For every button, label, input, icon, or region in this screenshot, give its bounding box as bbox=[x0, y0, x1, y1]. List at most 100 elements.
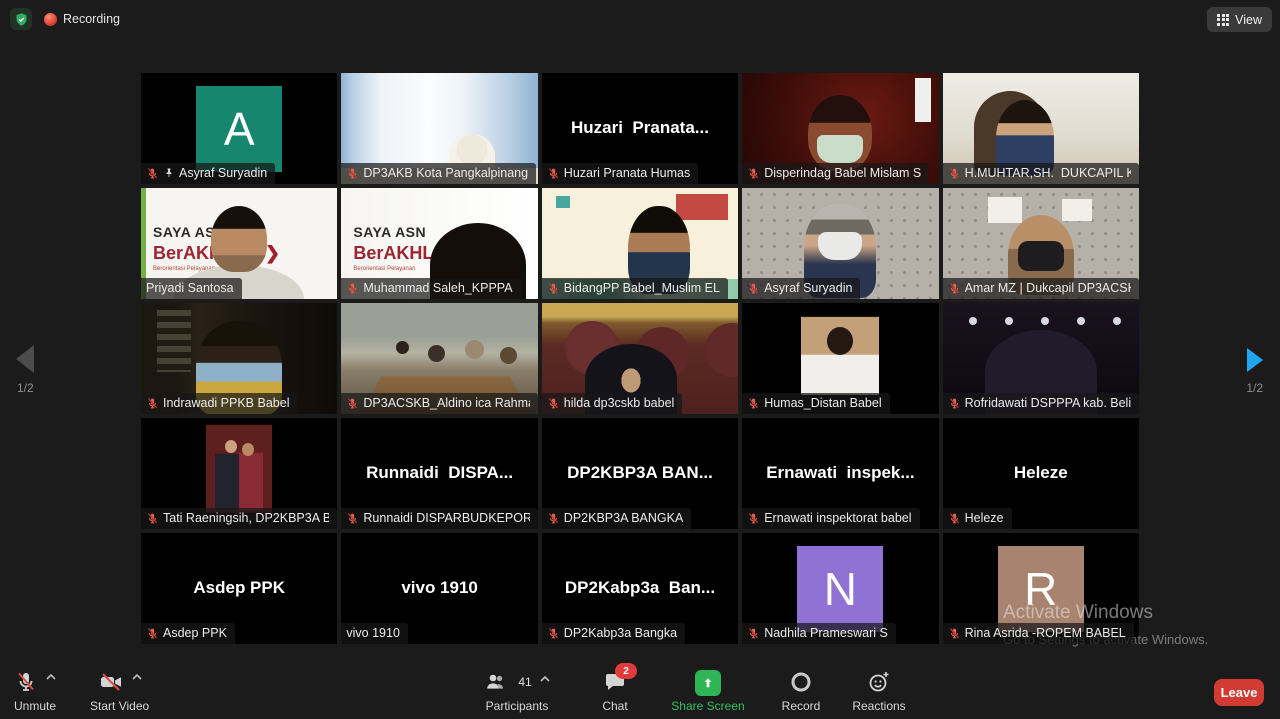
participant-name: Disperindag Babel Mislam S bbox=[764, 166, 921, 180]
participant-tile[interactable]: Disperindag Babel Mislam S bbox=[742, 73, 938, 184]
participant-tile[interactable]: SAYA ASNBerAKHLAK❯Berorientasi Pelayanan… bbox=[141, 188, 337, 299]
unmute-button[interactable]: Unmute bbox=[14, 670, 56, 713]
participant-name: Asyraf Suryadin bbox=[764, 281, 852, 295]
participant-name: DP2Kabp3a Bangka bbox=[564, 626, 677, 640]
participant-tile[interactable]: DP3AKB Kota Pangkalpinang bbox=[341, 73, 537, 184]
next-page-arrow[interactable] bbox=[1247, 348, 1263, 372]
muted-mic-icon bbox=[346, 512, 359, 525]
participants-options-chevron-icon[interactable] bbox=[540, 675, 550, 683]
participant-name: Nadhila Prameswari S bbox=[764, 626, 888, 640]
view-button[interactable]: View bbox=[1207, 7, 1272, 32]
participant-name: Ernawati inspektorat babel bbox=[764, 511, 911, 525]
start-video-button[interactable]: Start Video bbox=[90, 670, 149, 713]
participant-tile[interactable]: Huzari Pranata...Huzari Pranata Humas bbox=[542, 73, 738, 184]
unmute-label: Unmute bbox=[14, 699, 56, 713]
participant-name: H.MUHTAR,SH. DUKCAPIL KA... bbox=[965, 166, 1131, 180]
name-tag: Runnaidi DISPARBUDKEPORA bbox=[341, 508, 537, 529]
participant-tile[interactable]: Humas_Distan Babel bbox=[742, 303, 938, 414]
participant-tile[interactable]: AAsyraf Suryadin bbox=[141, 73, 337, 184]
participant-tile[interactable]: RRina Asrida -ROPEM BABEL bbox=[943, 533, 1139, 644]
participant-tile[interactable]: Heleze Heleze bbox=[943, 418, 1139, 529]
bg-text-line2: BerAKHLAK bbox=[353, 243, 459, 263]
muted-mic-icon bbox=[747, 167, 760, 180]
toolbar-center-group: 41 Participants 2 Chat bbox=[462, 670, 914, 713]
participant-name: Priyadi Santosa bbox=[146, 281, 234, 295]
name-tag: H.MUHTAR,SH. DUKCAPIL KA... bbox=[943, 163, 1139, 184]
name-tag: Amar MZ | Dukcapil DP3ACSKB bbox=[943, 278, 1139, 299]
participant-name: Rofridawati DSPPPA kab. Belit... bbox=[965, 396, 1131, 410]
participant-tile[interactable]: DP2KBP3A BAN...DP2KBP3A BANGKA bbox=[542, 418, 738, 529]
participant-name: Humas_Distan Babel bbox=[764, 396, 881, 410]
muted-mic-icon bbox=[146, 397, 159, 410]
view-button-label: View bbox=[1235, 13, 1262, 27]
previous-page-arrow[interactable] bbox=[16, 345, 34, 373]
participant-tile[interactable]: DP3ACSKB_Aldino ica Rahma... bbox=[341, 303, 537, 414]
participant-name: Amar MZ | Dukcapil DP3ACSKB bbox=[965, 281, 1131, 295]
shield-check-icon bbox=[14, 12, 29, 27]
muted-mic-icon bbox=[948, 282, 961, 295]
name-tag: Ernawati inspektorat babel bbox=[742, 508, 919, 529]
record-button[interactable]: Record bbox=[766, 670, 836, 713]
participant-tile[interactable]: Ernawati inspek...Ernawati inspektorat b… bbox=[742, 418, 938, 529]
bg-chevron-icon: ❯ bbox=[465, 243, 480, 263]
participant-tile[interactable]: Runnaidi DISPA...Runnaidi DISPARBUDKEPOR… bbox=[341, 418, 537, 529]
participant-name: Asyraf Suryadin bbox=[179, 166, 267, 180]
participant-tile[interactable]: vivo 1910 vivo 1910 bbox=[341, 533, 537, 644]
name-tag: vivo 1910 bbox=[341, 623, 408, 644]
participant-tile[interactable]: hilda dp3cskb babel bbox=[542, 303, 738, 414]
muted-mic-icon bbox=[948, 397, 961, 410]
muted-mic-icon bbox=[14, 670, 38, 694]
unmute-options-chevron-icon[interactable] bbox=[46, 673, 56, 681]
video-options-chevron-icon[interactable] bbox=[132, 673, 142, 681]
participant-name-center: Heleze bbox=[943, 463, 1139, 483]
name-tag: Asyraf Suryadin bbox=[141, 163, 275, 184]
muted-mic-icon bbox=[747, 512, 760, 525]
participant-tile[interactable]: NNadhila Prameswari S bbox=[742, 533, 938, 644]
share-screen-label: Share Screen bbox=[671, 699, 744, 713]
name-tag: Asdep PPK bbox=[141, 623, 235, 644]
share-screen-button[interactable]: Share Screen bbox=[658, 670, 758, 713]
participant-name: Tati Raeningsih, DP2KBP3A BA... bbox=[163, 511, 329, 525]
chat-button[interactable]: 2 Chat bbox=[580, 670, 650, 713]
pin-icon bbox=[163, 167, 175, 179]
participants-button[interactable]: 41 Participants bbox=[462, 670, 572, 713]
name-tag: Heleze bbox=[943, 508, 1012, 529]
avatar: R bbox=[998, 546, 1084, 632]
participant-name: Heleze bbox=[965, 511, 1004, 525]
participant-name: Asdep PPK bbox=[163, 626, 227, 640]
participant-name: Muhammad Saleh_KPPPA bbox=[363, 281, 512, 295]
video-grid: AAsyraf SuryadinDP3AKB Kota Pangkalpinan… bbox=[141, 73, 1139, 644]
participant-name-center: vivo 1910 bbox=[341, 578, 537, 598]
muted-mic-icon bbox=[948, 167, 961, 180]
participant-tile[interactable]: SAYA ASNBerAKHLAK❯Berorientasi Pelayanan… bbox=[341, 188, 537, 299]
reactions-button[interactable]: Reactions bbox=[844, 670, 914, 713]
grid-view-icon bbox=[1217, 14, 1229, 26]
participant-tile[interactable]: Asyraf Suryadin bbox=[742, 188, 938, 299]
participant-tile[interactable]: BidangPP Babel_Muslim EL bbox=[542, 188, 738, 299]
participant-name: Rina Asrida -ROPEM BABEL bbox=[965, 626, 1126, 640]
muted-mic-icon bbox=[146, 167, 159, 180]
zoom-meeting-window: Recording View AAsyraf SuryadinDP3AKB Ko… bbox=[0, 0, 1280, 719]
participant-tile[interactable]: Asdep PPKAsdep PPK bbox=[141, 533, 337, 644]
page-indicator-left: 1/2 bbox=[17, 381, 34, 395]
participant-tile[interactable]: H.MUHTAR,SH. DUKCAPIL KA... bbox=[943, 73, 1139, 184]
participant-tile[interactable]: Tati Raeningsih, DP2KBP3A BA... bbox=[141, 418, 337, 529]
bg-text-line3: Berorientasi Pelayanan bbox=[353, 266, 480, 274]
participant-tile[interactable]: Rofridawati DSPPPA kab. Belit... bbox=[943, 303, 1139, 414]
participant-tile[interactable]: Indrawadi PPKB Babel bbox=[141, 303, 337, 414]
muted-mic-icon bbox=[547, 512, 560, 525]
participant-tile[interactable]: Amar MZ | Dukcapil DP3ACSKB bbox=[943, 188, 1139, 299]
leave-button[interactable]: Leave bbox=[1214, 679, 1264, 706]
virtual-background-text: SAYA ASNBerAKHLAK❯Berorientasi Pelayanan bbox=[353, 224, 480, 274]
avatar: N bbox=[797, 546, 883, 632]
name-tag: hilda dp3cskb babel bbox=[542, 393, 683, 414]
participants-label: Participants bbox=[486, 699, 549, 713]
muted-mic-icon bbox=[146, 627, 159, 640]
recording-indicator-icon[interactable] bbox=[44, 13, 57, 26]
participant-name: vivo 1910 bbox=[346, 626, 400, 640]
chat-label: Chat bbox=[602, 699, 627, 713]
avatar: A bbox=[196, 86, 282, 172]
participant-tile[interactable]: DP2Kabp3a Ban...DP2Kabp3a Bangka bbox=[542, 533, 738, 644]
participant-name: Huzari Pranata Humas bbox=[564, 166, 690, 180]
participant-name: hilda dp3cskb babel bbox=[564, 396, 675, 410]
